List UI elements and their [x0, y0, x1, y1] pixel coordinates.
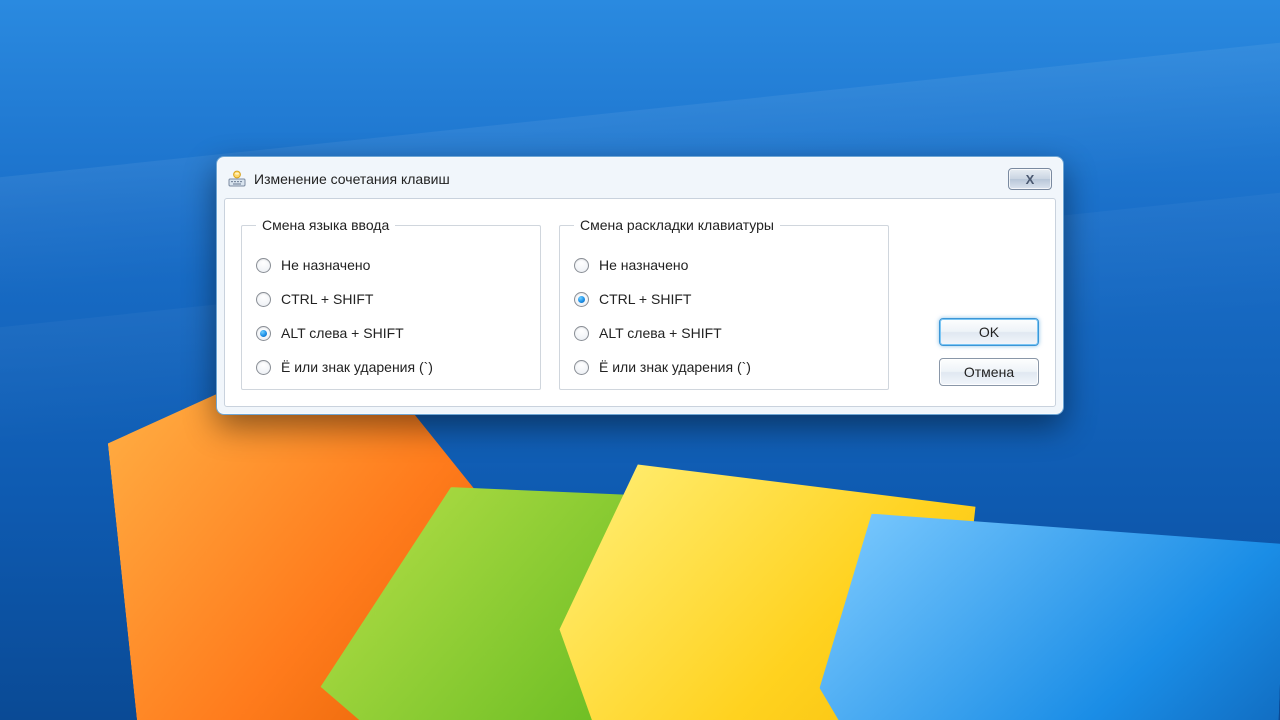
radio-icon — [574, 360, 589, 375]
radio-label: Не назначено — [599, 257, 688, 273]
radio-label: CTRL + SHIFT — [599, 291, 691, 307]
keyboard-layout-legend: Смена раскладки клавиатуры — [574, 217, 780, 233]
dialog-client-area: Смена языка ввода Не назначено CTRL + SH… — [224, 198, 1056, 407]
dialog-title: Изменение сочетания клавиш — [254, 171, 1000, 187]
input-language-legend: Смена языка ввода — [256, 217, 395, 233]
input-language-radio-list: Не назначено CTRL + SHIFT ALT слева + SH… — [256, 257, 526, 375]
radio-icon — [256, 258, 271, 273]
radio-icon — [574, 292, 589, 307]
radio-input-lang-alt-shift[interactable]: ALT слева + SHIFT — [256, 325, 526, 341]
radio-label: Ё или знак ударения (`) — [599, 359, 751, 375]
radio-input-lang-grave[interactable]: Ё или знак ударения (`) — [256, 359, 526, 375]
radio-icon — [256, 360, 271, 375]
radio-icon — [256, 326, 271, 341]
radio-label: Ё или знак ударения (`) — [281, 359, 433, 375]
change-key-sequence-dialog: Изменение сочетания клавиш X Смена языка… — [216, 156, 1064, 415]
radio-icon — [574, 258, 589, 273]
close-button[interactable]: X — [1008, 168, 1052, 190]
radio-layout-alt-shift[interactable]: ALT слева + SHIFT — [574, 325, 874, 341]
radio-icon — [574, 326, 589, 341]
close-icon: X — [1026, 172, 1035, 187]
keyboard-layout-group: Смена раскладки клавиатуры Не назначено … — [559, 217, 889, 390]
titlebar: Изменение сочетания клавиш X — [224, 164, 1056, 198]
radio-input-lang-none[interactable]: Не назначено — [256, 257, 526, 273]
input-language-group: Смена языка ввода Не назначено CTRL + SH… — [241, 217, 541, 390]
ok-button[interactable]: OK — [939, 318, 1039, 346]
radio-label: CTRL + SHIFT — [281, 291, 373, 307]
radio-input-lang-ctrl-shift[interactable]: CTRL + SHIFT — [256, 291, 526, 307]
keyboard-layout-radio-list: Не назначено CTRL + SHIFT ALT слева + SH… — [574, 257, 874, 375]
radio-label: ALT слева + SHIFT — [281, 325, 404, 341]
radio-icon — [256, 292, 271, 307]
radio-layout-grave[interactable]: Ё или знак ударения (`) — [574, 359, 874, 375]
radio-layout-ctrl-shift[interactable]: CTRL + SHIFT — [574, 291, 874, 307]
radio-label: ALT слева + SHIFT — [599, 325, 722, 341]
dialog-button-column: OK Отмена — [907, 217, 1039, 390]
cancel-button[interactable]: Отмена — [939, 358, 1039, 386]
radio-label: Не назначено — [281, 257, 370, 273]
radio-layout-none[interactable]: Не назначено — [574, 257, 874, 273]
keyboard-layout-icon — [228, 170, 246, 188]
